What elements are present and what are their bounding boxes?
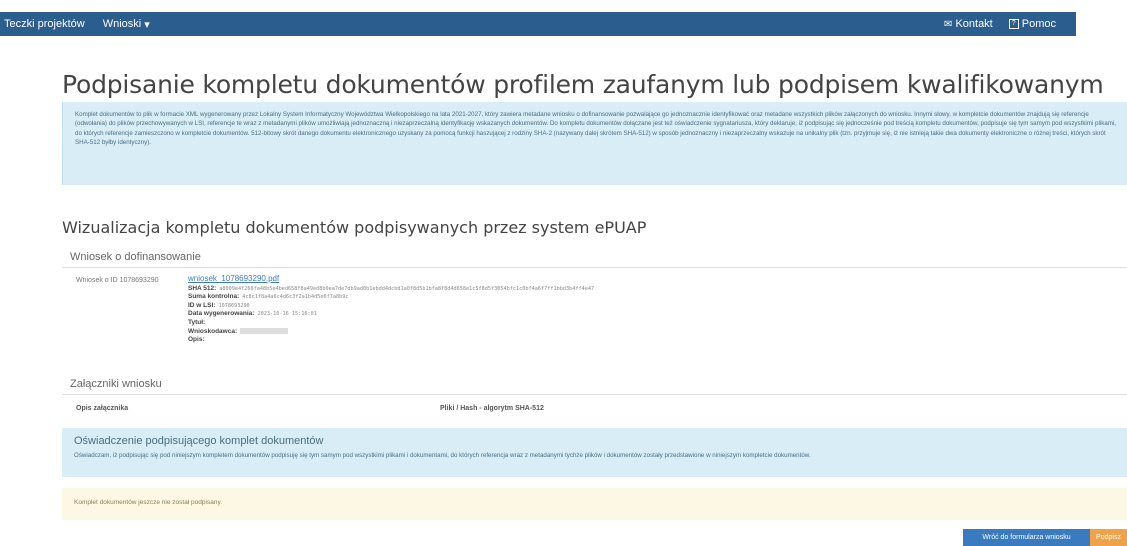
- envelope-icon: ✉: [944, 18, 953, 30]
- info-box: Komplet dokumentów to plik w formacie XM…: [62, 102, 1127, 185]
- nav-wnioski[interactable]: Wnioski ▾: [91, 12, 156, 36]
- wniosek-heading: Wniosek o dofinansowanie: [62, 250, 1127, 268]
- field-key: ID w LSI:: [188, 301, 216, 309]
- nav-wnioski-label: Wnioski: [102, 18, 142, 30]
- status-message: Komplet dokumentów jeszcze nie został po…: [62, 488, 1127, 520]
- nav-right: ✉ Kontakt ? Pomoc: [938, 18, 1076, 30]
- back-to-form-button[interactable]: Wróć do formularza wniosku: [963, 529, 1090, 546]
- field-key: Wnioskodawca:: [188, 327, 238, 335]
- wniosek-file-link[interactable]: wniosek_1078693290.pdf: [188, 274, 594, 284]
- chevron-down-icon: ▾: [144, 18, 150, 31]
- nav-teczki-projektow[interactable]: Teczki projektów: [0, 12, 91, 36]
- top-navbar: Teczki projektów Wnioski ▾ ✉ Kontakt ? P…: [0, 12, 1076, 36]
- field-value: 4c8c1f8a4a6c4d6c3f2a1b4d5e6f7a8b9c: [242, 294, 349, 301]
- declaration-box: Oświadczenie podpisującego komplet dokum…: [62, 428, 1127, 477]
- field-date: Data wygenerowania: 2023-10-16 15:16:01: [188, 310, 594, 319]
- attachments-heading: Załączniki wniosku: [62, 378, 1127, 395]
- sign-button[interactable]: Podpisz: [1090, 529, 1127, 546]
- field-value: 1078693290: [218, 302, 250, 309]
- declaration-text: Oświadczam, iż podpisując się pod niniej…: [74, 452, 811, 459]
- field-description: Opis:: [188, 336, 594, 345]
- wniosek-label: Wniosek o ID 1078693290: [76, 277, 159, 284]
- document-panel: Wniosek o dofinansowanie Wniosek o ID 10…: [62, 250, 1127, 520]
- field-checksum: Suma kontrolna: 4c8c1f8a4a6c4d6c3f2a1b4d5…: [188, 293, 594, 302]
- field-key: Tytuł:: [188, 318, 206, 326]
- field-key: Suma kontrolna:: [188, 293, 240, 301]
- field-key: Data wygenerowania:: [188, 310, 255, 318]
- nav-left: Teczki projektów Wnioski ▾: [0, 12, 156, 36]
- nav-kontakt[interactable]: ✉ Kontakt: [938, 18, 999, 30]
- declaration-title: Oświadczenie podpisującego komplet dokum…: [74, 435, 324, 447]
- field-lsi-id: ID w LSI: 1078693290: [188, 302, 594, 311]
- field-key: SHA 512:: [188, 284, 217, 292]
- nav-kontakt-label: Kontakt: [955, 18, 993, 30]
- attachments-col-files: Pliki / Hash - algorytm SHA-512: [440, 405, 544, 412]
- field-applicant: Wnioskodawca:: [188, 328, 594, 337]
- nav-pomoc[interactable]: ? Pomoc: [1003, 18, 1062, 30]
- nav-pomoc-label: Pomoc: [1021, 18, 1056, 30]
- redacted-applicant: [240, 327, 289, 334]
- field-title: Tytuł:: [188, 319, 594, 328]
- section-title: Wizualizacja kompletu dokumentów podpisy…: [62, 218, 647, 237]
- wniosek-details: wniosek_1078693290.pdf SHA 512: a8009e4f2…: [188, 274, 594, 345]
- field-sha512: SHA 512: a8009e4f266fa48b5e4bed658f8a49ed…: [188, 285, 594, 294]
- field-value: a8009e4f266fa48b5e4bed658f8a49ed8b0ea7de…: [219, 285, 595, 292]
- attachments-col-description: Opis załącznika: [76, 405, 129, 412]
- field-key: Opis:: [188, 336, 205, 344]
- help-box-icon: ?: [1008, 19, 1019, 29]
- field-value: 2023-10-16 15:16:01: [257, 311, 317, 318]
